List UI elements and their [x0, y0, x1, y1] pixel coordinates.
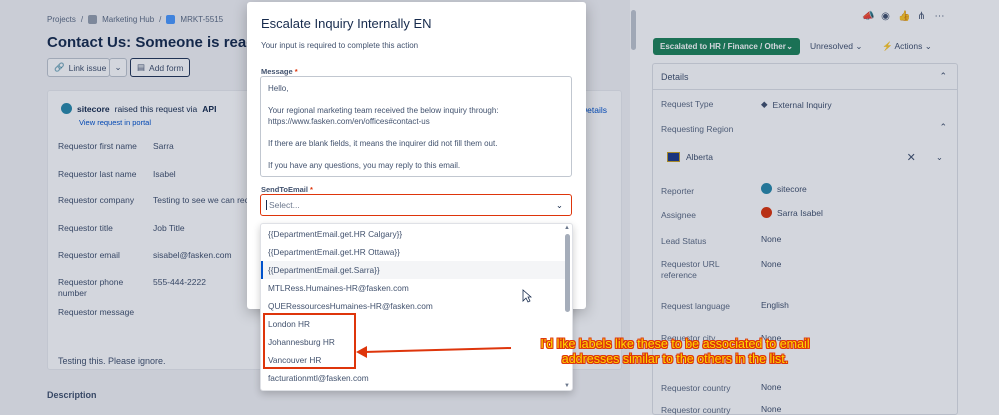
- modal-title: Escalate Inquiry Internally EN: [261, 16, 432, 31]
- dropdown-option[interactable]: {{DepartmentEmail.get.HR Ottawa}}: [261, 243, 566, 261]
- chevron-down-icon: ⌄: [555, 199, 563, 210]
- annotation-arrow-icon: [356, 346, 512, 358]
- mouse-cursor-icon: [522, 289, 532, 303]
- dropdown-scrollbar[interactable]: [565, 234, 570, 312]
- annotation-text: I'd like labels like these to be associa…: [540, 337, 810, 366]
- dropdown-option[interactable]: {{DepartmentEmail.get.HR Calgary}}: [261, 225, 566, 243]
- send-to-email-label: SendToEmail *: [261, 185, 313, 194]
- dropdown-option[interactable]: MTLRess.Humaines-HR@fasken.com: [261, 279, 566, 297]
- annotation-highlight-box: [263, 313, 356, 369]
- modal-subtitle: Your input is required to complete this …: [261, 41, 419, 50]
- send-to-email-select[interactable]: Select... ⌄: [260, 194, 572, 216]
- message-label: Message *: [261, 67, 298, 76]
- dropdown-option[interactable]: facturationmtl@fasken.com: [261, 369, 566, 387]
- dropdown-option[interactable]: {{DepartmentEmail.get.Sarra}}: [261, 261, 566, 279]
- message-textarea[interactable]: Hello, Your regional marketing team rece…: [260, 76, 572, 177]
- scroll-up-icon[interactable]: ▲: [564, 225, 570, 231]
- scroll-down-icon[interactable]: ▼: [564, 383, 570, 389]
